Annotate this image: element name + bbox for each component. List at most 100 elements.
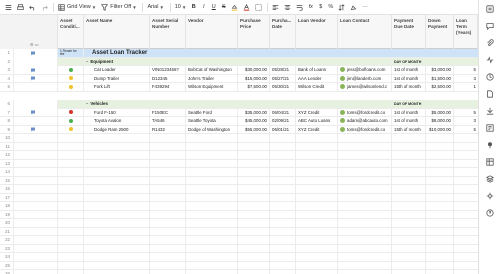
comment-icon[interactable] xyxy=(30,76,36,81)
table-row[interactable]: 18 xyxy=(0,202,478,211)
empty-cell[interactable] xyxy=(270,210,296,219)
row-number[interactable]: 15 xyxy=(0,176,14,185)
empty-cell[interactable] xyxy=(454,185,478,194)
empty-cell[interactable] xyxy=(338,193,392,202)
column-header[interactable]: Asset Serial Number xyxy=(150,15,186,49)
empty-cell[interactable] xyxy=(238,210,270,219)
empty-cell[interactable] xyxy=(454,245,478,254)
loan-vendor-cell[interactable]: XYZ Credit xyxy=(296,108,338,117)
text-color-icon[interactable] xyxy=(241,2,252,13)
asset-name-cell[interactable]: Cat Loader xyxy=(84,66,150,75)
table-row[interactable]: 14 xyxy=(0,168,478,177)
currency-icon[interactable]: $ xyxy=(316,2,325,13)
empty-cell[interactable] xyxy=(426,168,454,177)
empty-cell[interactable] xyxy=(238,142,270,151)
loan-vendor-cell[interactable]: XYZ Credit xyxy=(296,125,338,134)
empty-cell[interactable] xyxy=(238,159,270,168)
layers-icon[interactable] xyxy=(485,174,495,184)
empty-cell[interactable] xyxy=(338,219,392,228)
empty-cell[interactable] xyxy=(58,253,84,262)
table-row[interactable]: 15 xyxy=(0,176,478,185)
empty-cell[interactable] xyxy=(454,194,478,203)
row-number[interactable]: 3 xyxy=(0,66,14,75)
due-date-cell[interactable]: 15th of month xyxy=(392,83,426,92)
empty-cell[interactable] xyxy=(392,244,426,253)
empty-cell[interactable] xyxy=(454,228,478,237)
loan-term-cell[interactable]: 3 xyxy=(454,117,478,126)
table-row[interactable]: 26 xyxy=(0,270,478,274)
condition-cell[interactable] xyxy=(58,108,84,117)
empty-cell[interactable] xyxy=(186,270,238,274)
empty-cell[interactable] xyxy=(84,270,150,274)
filter-dropdown[interactable]: Filter Off ▼ xyxy=(99,2,138,13)
column-header[interactable]: Loan Vendor xyxy=(296,15,338,49)
empty-cell[interactable] xyxy=(426,185,454,194)
empty-cell[interactable] xyxy=(58,227,84,236)
empty-cell[interactable] xyxy=(238,244,270,253)
row-number[interactable]: 23 xyxy=(0,244,14,253)
vendor-cell[interactable]: Seattle Toyota xyxy=(186,117,238,126)
empty-cell[interactable] xyxy=(84,236,150,245)
price-cell[interactable]: $7,500.00 xyxy=(238,83,270,92)
table-row[interactable]: 8 Toyota Avalon TA546 Seattle Toyota $45,000… xyxy=(0,117,478,126)
empty-cell[interactable] xyxy=(270,142,296,151)
empty-cell[interactable] xyxy=(296,202,338,211)
section-row[interactable]: 6 − Vehicles DAY OF MONTH xyxy=(0,100,478,109)
asset-name-cell[interactable]: Dodge Ram 2500 xyxy=(84,125,150,134)
due-date-cell[interactable]: 15th of month xyxy=(392,125,426,134)
empty-cell[interactable] xyxy=(150,176,186,185)
section-label-cell[interactable]: − Equipment xyxy=(84,57,392,67)
empty-cell[interactable] xyxy=(238,227,270,236)
price-cell[interactable]: $15,000.00 xyxy=(238,74,270,83)
vendor-cell[interactable]: Wilson Equipment xyxy=(186,83,238,92)
row-number[interactable]: 13 xyxy=(0,159,14,168)
loan-term-cell[interactable]: 5 xyxy=(454,109,478,118)
empty-cell[interactable] xyxy=(270,261,296,270)
price-cell[interactable]: $30,000.00 xyxy=(238,66,270,75)
empty-cell[interactable] xyxy=(84,134,150,143)
empty-cell[interactable] xyxy=(84,151,150,160)
empty-cell[interactable] xyxy=(58,236,84,245)
date-cell[interactable]: 05/27/21 xyxy=(270,74,296,83)
serial-cell[interactable]: VIN0123456? xyxy=(150,66,186,75)
column-header[interactable]: Asset Name xyxy=(84,15,150,49)
section-row[interactable]: 2 − Equipment DAY OF MONTH xyxy=(0,57,478,67)
due-date-cell[interactable]: 1st of month xyxy=(392,108,426,117)
condition-cell[interactable] xyxy=(58,83,84,92)
loan-term-cell[interactable]: 1 xyxy=(454,83,478,92)
sheet-title[interactable]: Asset Loan Tracker xyxy=(84,49,478,58)
empty-cell[interactable] xyxy=(186,236,238,245)
empty-cell[interactable] xyxy=(426,193,454,202)
column-header[interactable]: Loan Term (Years) xyxy=(454,15,478,49)
empty-cell[interactable] xyxy=(186,142,238,151)
empty-cell[interactable] xyxy=(338,227,392,236)
collapse-icon[interactable]: − xyxy=(86,58,88,67)
empty-cell[interactable] xyxy=(150,193,186,202)
row-number[interactable]: 10 xyxy=(0,134,14,143)
condition-note[interactable]: 1 Reoair for tire xyxy=(58,49,84,58)
empty-cell[interactable] xyxy=(454,211,478,220)
empty-cell[interactable] xyxy=(58,202,84,211)
vendor-cell[interactable]: John's Trailer xyxy=(186,74,238,83)
empty-cell[interactable] xyxy=(426,244,454,253)
undo-icon[interactable] xyxy=(27,2,38,13)
empty-cell[interactable] xyxy=(296,176,338,185)
empty-cell[interactable] xyxy=(186,168,238,177)
empty-cell[interactable] xyxy=(150,202,186,211)
empty-cell[interactable] xyxy=(338,159,392,168)
empty-cell[interactable] xyxy=(454,168,478,177)
empty-cell[interactable] xyxy=(270,270,296,274)
empty-cell[interactable] xyxy=(186,253,238,262)
activity-icon[interactable] xyxy=(485,55,495,65)
empty-cell[interactable] xyxy=(338,244,392,253)
empty-cell[interactable] xyxy=(392,193,426,202)
serial-cell[interactable]: TA546 xyxy=(150,117,186,126)
empty-cell[interactable] xyxy=(58,159,84,168)
column-header[interactable]: Vendor xyxy=(186,15,238,49)
italic-icon[interactable]: I xyxy=(199,2,208,13)
column-header[interactable]: Down Payment xyxy=(426,15,454,49)
empty-cell[interactable] xyxy=(186,176,238,185)
vendor-cell[interactable]: BobCat of Washington xyxy=(186,66,238,75)
empty-cell[interactable] xyxy=(150,227,186,236)
empty-cell[interactable] xyxy=(426,202,454,211)
